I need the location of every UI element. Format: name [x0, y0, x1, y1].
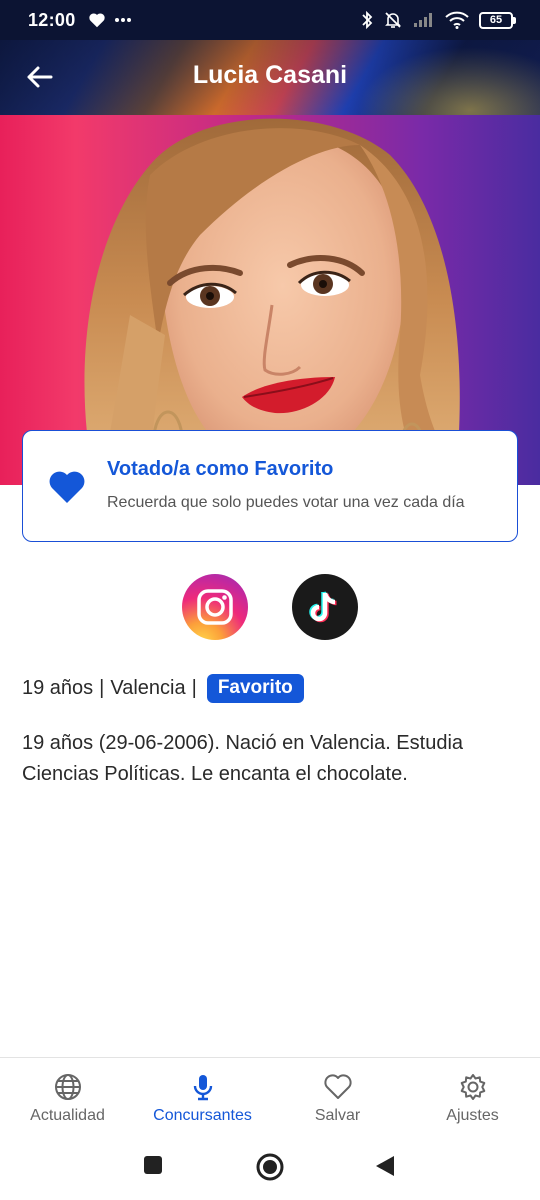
nav-label: Ajustes: [446, 1107, 499, 1124]
battery-level: 65: [479, 11, 513, 29]
meta-separator: |: [191, 677, 197, 699]
social-links: [182, 574, 358, 640]
instagram-button[interactable]: [182, 574, 248, 640]
home-button[interactable]: [256, 1153, 284, 1186]
status-bar: 12:00 65: [0, 0, 540, 40]
bottom-navigation: Actualidad Concursantes Salvar Ajustes: [0, 1057, 540, 1137]
profile-bio: 19 años (29-06-2006). Nació en Valencia.…: [22, 732, 464, 785]
favorite-badge: Favorito: [206, 674, 304, 703]
vote-status-subtitle: Recuerda que solo puedes votar una vez c…: [107, 493, 465, 511]
meta-separator: |: [99, 677, 105, 699]
profile-meta: 19 años | Valencia | Favorito: [22, 674, 304, 703]
heart-icon: [88, 13, 105, 28]
nav-label: Salvar: [314, 1107, 361, 1124]
tiktok-icon: [309, 591, 337, 623]
tiktok-button[interactable]: [292, 574, 358, 640]
signal-icon: [414, 13, 432, 27]
globe-icon: [54, 1074, 81, 1100]
app-header: Lucia Casani: [0, 40, 540, 115]
nav-item-salvar[interactable]: Salvar: [270, 1058, 405, 1137]
microphone-icon: [193, 1075, 212, 1101]
wifi-icon: [445, 11, 469, 29]
page-title: Lucia Casani: [192, 61, 348, 89]
vote-status-card: Votado/a como Favorito Recuerda que solo…: [22, 430, 518, 542]
mute-icon: [385, 12, 401, 28]
nav-label: Actualidad: [30, 1107, 105, 1124]
instagram-icon: [197, 589, 233, 625]
heart-outline-icon: [323, 1074, 352, 1099]
nav-item-concursantes[interactable]: Concursantes: [135, 1058, 270, 1137]
gear-icon: [460, 1074, 485, 1100]
status-time: 12:00: [28, 9, 76, 30]
nav-item-actualidad[interactable]: Actualidad: [0, 1058, 135, 1137]
vote-status-title: Votado/a como Favorito: [107, 457, 334, 480]
system-navigation: [0, 1137, 540, 1200]
more-icon: [114, 18, 131, 22]
recents-button[interactable]: [143, 1155, 163, 1180]
profile-city: Valencia: [110, 677, 186, 699]
profile-age: 19 años: [22, 677, 94, 699]
nav-item-ajustes[interactable]: Ajustes: [405, 1058, 540, 1137]
back-triangle-icon: [376, 1156, 394, 1176]
heart-icon: [49, 471, 85, 503]
battery-icon: 65: [479, 11, 516, 29]
bluetooth-icon: [362, 10, 373, 30]
recents-icon: [144, 1156, 162, 1174]
home-icon: [256, 1153, 284, 1181]
back-system-button[interactable]: [375, 1155, 395, 1182]
nav-label: Concursantes: [153, 1107, 252, 1124]
